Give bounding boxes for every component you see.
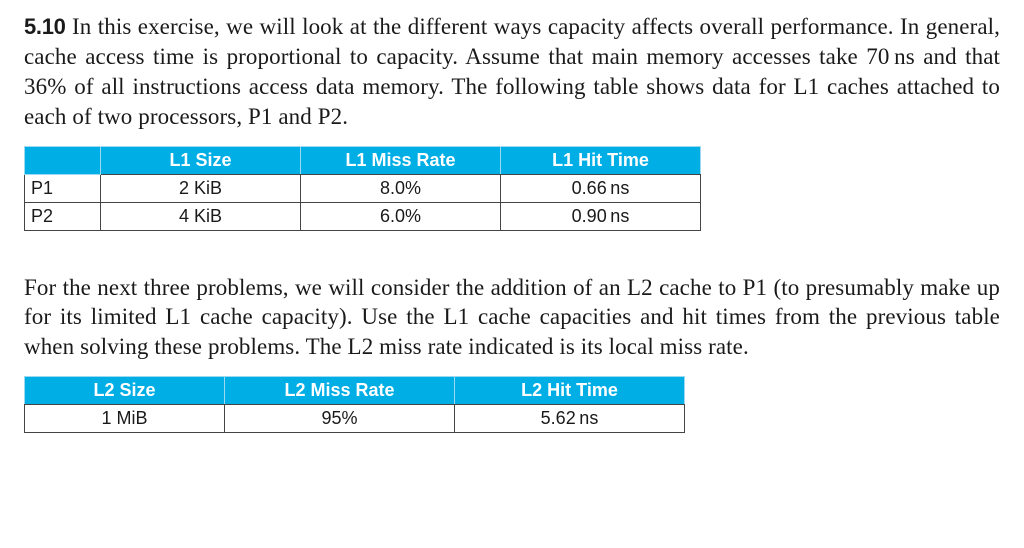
l2-header-hit-time: L2 Hit Time [455,377,685,405]
table-row: P2 4 KiB 6.0% 0.90 ns [25,202,701,230]
l1-miss-rate-cell: 8.0% [301,174,501,202]
l2-header-miss-rate: L2 Miss Rate [225,377,455,405]
spacer [24,255,1000,273]
l1-size-cell: 4 KiB [101,202,301,230]
l2-hit-time-cell: 5.62 ns [455,405,685,433]
l1-hit-time-cell: 0.66 ns [501,174,701,202]
l1-header-blank [25,146,101,174]
l2-cache-table: L2 Size L2 Miss Rate L2 Hit Time 1 MiB 9… [24,376,685,433]
table-row: 1 MiB 95% 5.62 ns [25,405,685,433]
l2-header-size: L2 Size [25,377,225,405]
exercise-number: 5.10 [24,14,66,39]
l1-header-hit-time: L1 Hit Time [501,146,701,174]
intro-text: In this exercise, we will look at the di… [24,14,1000,129]
intro-paragraph: 5.10 In this exercise, we will look at t… [24,12,1000,132]
l2-paragraph: For the next three problems, we will con… [24,273,1000,363]
l1-header-miss-rate: L1 Miss Rate [301,146,501,174]
l1-cache-table: L1 Size L1 Miss Rate L1 Hit Time P1 2 Ki… [24,146,701,231]
l2-table-head: L2 Size L2 Miss Rate L2 Hit Time [25,377,685,405]
l1-size-cell: 2 KiB [101,174,301,202]
l2-miss-rate-cell: 95% [225,405,455,433]
l1-header-size: L1 Size [101,146,301,174]
textbook-exercise: 5.10 In this exercise, we will look at t… [0,0,1024,467]
l2-size-cell: 1 MiB [25,405,225,433]
table-row: P1 2 KiB 8.0% 0.66 ns [25,174,701,202]
l1-row-label: P1 [25,174,101,202]
l1-miss-rate-cell: 6.0% [301,202,501,230]
l1-hit-time-cell: 0.90 ns [501,202,701,230]
l1-row-label: P2 [25,202,101,230]
l1-table-head: L1 Size L1 Miss Rate L1 Hit Time [25,146,701,174]
